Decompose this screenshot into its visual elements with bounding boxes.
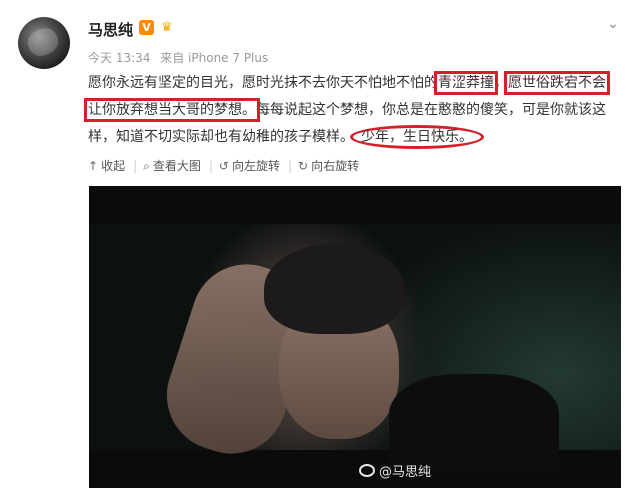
- post-time[interactable]: 今天 13:34: [88, 51, 150, 65]
- verified-badge-icon: V: [139, 20, 154, 35]
- watermark-text: @马思纯: [378, 465, 431, 480]
- action-divider: |: [208, 159, 213, 173]
- action-label: 收起: [101, 159, 126, 173]
- highlight-box: 青涩莽撞: [434, 71, 498, 95]
- action-label: 查看大图: [152, 159, 201, 173]
- vip-badge-icon: ♛: [161, 20, 173, 35]
- post-content: 愿你永远有坚定的目光，愿时光抹不去你天不怕地不怕的青涩莽撞，愿世俗跌宕不会让你放…: [84, 70, 618, 151]
- rotate-right-icon: ↻: [298, 159, 309, 173]
- avatar[interactable]: [18, 17, 70, 69]
- action-rotate-right-button[interactable]: ↻ 向右旋转: [298, 157, 359, 174]
- photo-scene: [89, 224, 621, 474]
- rotate-left-icon: ↺: [218, 159, 229, 173]
- post-meta: 今天 13:34 来自 iPhone 7 Plus: [88, 49, 274, 66]
- collapse-icon: ↑: [88, 159, 99, 173]
- photo-hair: [264, 244, 404, 334]
- action-rotate-left-button[interactable]: ↺ 向左旋转: [219, 157, 280, 174]
- photo-shirt: [389, 374, 559, 474]
- post-text-segment: 愿你永远有坚定的目光，愿时光抹不去你天不怕地不怕的: [88, 75, 438, 91]
- action-label: 向右旋转: [311, 159, 360, 173]
- watermark: @马思纯: [358, 461, 431, 480]
- action-divider: |: [288, 159, 293, 173]
- image-actions-bar: ↑ 收起 | ⌕ 查看大图 | ↺ 向左旋转 | ↻ 向右旋转: [88, 157, 361, 174]
- zoom-icon: ⌕: [143, 159, 150, 173]
- action-divider: |: [133, 159, 138, 173]
- weibo-logo-icon: [358, 464, 375, 477]
- post-text-segment: ，: [494, 75, 508, 91]
- post-image[interactable]: @马思纯: [89, 186, 621, 488]
- highlight-oval: 少年，生日快乐。: [350, 125, 484, 149]
- action-collapse-button[interactable]: ↑ 收起: [88, 157, 125, 174]
- action-label: 向左旋转: [231, 159, 280, 173]
- post-source: 来自 iPhone 7 Plus: [160, 51, 269, 65]
- action-zoom-button[interactable]: ⌕ 查看大图: [143, 157, 201, 174]
- username[interactable]: 马思纯: [88, 19, 133, 40]
- more-options-chevron-down-icon[interactable]: ⌄: [603, 14, 623, 34]
